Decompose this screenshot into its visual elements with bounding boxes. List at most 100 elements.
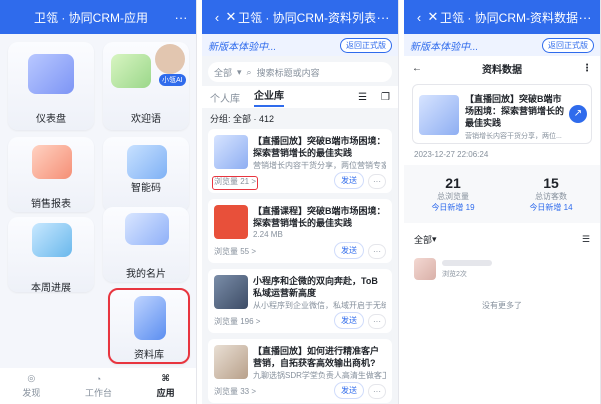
tile-label: 资料库 [134, 350, 164, 361]
more-button[interactable]: ··· [368, 384, 386, 399]
tab-apps[interactable]: ⌘ 应用 [157, 373, 175, 399]
filter-icon[interactable]: ☰ [582, 234, 590, 245]
tab-label: 应用 [156, 388, 175, 398]
thumbnail [214, 275, 248, 309]
highlight-box [212, 176, 258, 190]
radar-icon: ◎ [27, 373, 36, 383]
send-button[interactable]: 发送 [334, 382, 364, 399]
thumbnail [214, 345, 248, 379]
app-panel: 卫瓴 · 协同CRM-应用 ··· 仪表盘 小瓴AI 欢迎语 销售报表 智能码 … [0, 0, 197, 404]
page-title: 卫瓴 · 协同CRM-资料数据 [440, 10, 578, 25]
tab-personal[interactable]: 个人库 [210, 90, 240, 105]
item-subtitle: 九聊选锅SDR学堂负责人高清生做客卫瓴... [253, 371, 386, 380]
tile-library[interactable]: 资料库 [108, 288, 190, 364]
copy-icon[interactable]: ❐ [381, 92, 390, 103]
back-icon[interactable]: ‹ [210, 10, 224, 25]
list-item[interactable]: 小程序和企微的双向奔赴，ToB私域运营新高度 从小程序到企业微信，私域开启于无缝… [208, 269, 392, 333]
section-title: 资料数据 [482, 64, 522, 76]
item-title: 【直播回放】如何进行精准客户营销，自拓获客高效输出商机? [253, 346, 380, 368]
page-title: 卫瓴 · 协同CRM-应用 [34, 10, 148, 25]
tile-smart-code[interactable]: 智能码 [103, 137, 189, 212]
view-count[interactable]: 浏览量 55 > [214, 246, 256, 257]
more-icon[interactable]: ··· [376, 10, 390, 25]
stats-row: 21 总浏览量 今日新增 19 15 总访客数 今日新增 14 [404, 165, 600, 223]
search-icon: ⌕ [246, 66, 252, 77]
more-button[interactable]: ··· [368, 174, 386, 189]
pdf-icon [214, 205, 248, 239]
more-icon[interactable]: ··· [578, 10, 592, 25]
stat-label: 总访客数 [535, 192, 567, 201]
list-item[interactable]: 【直播回放】如何进行精准客户营销，自拓获客高效输出商机? 九聊选锅SDR学堂负责… [208, 339, 392, 403]
kebab-icon[interactable]: ⋮ [582, 63, 592, 74]
item-title: 小程序和企微的双向奔赴，ToB私域运营新高度 [253, 276, 378, 298]
scope-select[interactable]: 全部 [214, 66, 232, 79]
back-icon[interactable]: ‹ [412, 10, 426, 25]
tab-label: 工作台 [84, 387, 112, 398]
stat-delta: 今日新增 19 [431, 203, 475, 212]
back-to-stable-button[interactable]: 返回正式版 [340, 37, 392, 53]
close-icon[interactable]: ✕ [224, 9, 238, 25]
view-count[interactable]: 浏览量 33 > [214, 386, 256, 397]
trend-icon [32, 145, 72, 179]
group-filter[interactable]: 分组: 全部 · 412 [202, 108, 398, 129]
more-icon[interactable]: ··· [174, 10, 188, 25]
dashboard-icon [28, 54, 74, 94]
list-item[interactable]: 【直播课程】突破B端市场困境：探索营销增长的最佳实践 2.24 MB 浏览量 5… [208, 199, 392, 263]
tile-dashboard[interactable]: 仪表盘 [8, 42, 94, 130]
stat-number: 15 [543, 175, 559, 191]
tile-label: 我的名片 [126, 269, 166, 280]
item-subtitle: 从小程序到企业微信，私域开启于无缝连接... [253, 301, 386, 310]
visitor-views: 浏览2次 [442, 270, 467, 278]
tile-sales-report[interactable]: 销售报表 [8, 137, 94, 212]
page-title: 卫瓴 · 协同CRM-资料列表 [238, 10, 376, 25]
tile-weekly-progress[interactable]: 本周进展 [8, 217, 94, 294]
send-button[interactable]: 发送 [334, 172, 364, 189]
tile-label: 销售报表 [31, 199, 71, 210]
sort-icon[interactable]: ☰ [358, 92, 367, 103]
more-button[interactable]: ··· [368, 244, 386, 259]
view-count[interactable]: 浏览量 196 > [214, 316, 260, 327]
compass-icon: ◔ [95, 373, 102, 384]
filter-select[interactable]: 全部 [414, 233, 432, 246]
tab-enterprise[interactable]: 企业库 [254, 87, 284, 107]
send-button[interactable]: 发送 [334, 312, 364, 329]
apps-icon: ⌘ [161, 373, 170, 383]
visitor-row[interactable]: 浏览2次 [404, 252, 600, 286]
tab-workbench[interactable]: ◔ 工作台 [85, 374, 112, 399]
list-topbar: ‹ ✕ 卫瓴 · 协同CRM-资料列表 ··· [202, 0, 398, 34]
item-title: 【直播回放】突破B端市场困境：探索营销增长的最佳实践 [253, 136, 386, 158]
stat-number: 21 [445, 175, 461, 191]
stat-label: 总浏览量 [437, 192, 469, 201]
data-header: ← 资料数据 ⋮ [404, 56, 600, 80]
card-icon [125, 213, 169, 245]
tab-discover[interactable]: ◎ 发现 [22, 373, 40, 399]
item-title: 【直播课程】突破B端市场困境：探索营销增长的最佳实践 [253, 206, 386, 228]
share-icon[interactable]: ↗ [569, 105, 587, 123]
end-of-list: 没有更多了 [482, 301, 522, 310]
folder-icon [134, 296, 166, 340]
close-icon[interactable]: ✕ [426, 9, 440, 25]
qrcode-icon [127, 145, 167, 179]
thumbnail [214, 135, 248, 169]
tile-welcome[interactable]: 小瓴AI 欢迎语 [103, 42, 189, 130]
notice-text: 新版本体验中... [410, 41, 479, 53]
tile-my-card[interactable]: 我的名片 [103, 207, 189, 282]
back-to-stable-button[interactable]: 返回正式版 [542, 37, 594, 53]
list-item[interactable]: 【直播回放】突破B端市场困境：探索营销增长的最佳实践 营销增长内容干货分享，两位… [208, 129, 392, 193]
stat-total-views: 21 总浏览量 今日新增 19 [431, 175, 474, 213]
send-button[interactable]: 发送 [334, 242, 364, 259]
more-button[interactable]: ··· [368, 314, 386, 329]
article-card[interactable]: 【直播回放】突破B端市场困境：探索营销增长的最佳实践 营销增长内容干货分享，两位… [412, 84, 592, 144]
timestamp: 2023-12-27 22:06:24 [414, 150, 489, 159]
avatar [414, 258, 436, 280]
library-tabs: 个人库 企业库 ☰ ❐ [202, 86, 398, 108]
avatar [155, 44, 185, 74]
chevron-down-icon: ▾ [432, 234, 437, 244]
visitor-filter: 全部 ▾ ☰ [404, 227, 600, 252]
notice-text: 新版本体验中... [208, 41, 277, 53]
chevron-down-icon: ▾ [237, 66, 242, 77]
search-bar[interactable]: 全部 ▾ ⌕ 搜索标题或内容 [208, 62, 392, 82]
item-subtitle: 营销增长内容干货分享，两位营销专家的... [253, 161, 386, 170]
search-input[interactable]: 搜索标题或内容 [257, 66, 320, 79]
arrow-left-icon[interactable]: ← [412, 63, 422, 74]
